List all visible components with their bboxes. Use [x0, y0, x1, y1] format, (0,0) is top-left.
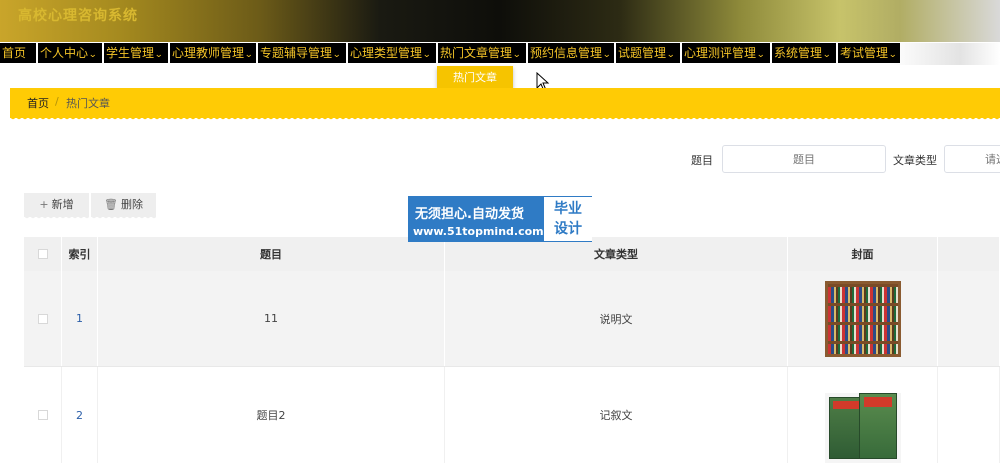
nav-item-system-management[interactable]: 系统管理⌄ [772, 43, 836, 63]
watermark-badge: 毕业 设计 [544, 197, 592, 241]
watermark-line1: 无须担心.自动发货 [415, 207, 524, 222]
breadcrumb-home[interactable]: 首页 [27, 95, 49, 111]
nav-item-home[interactable]: 首页 [0, 43, 36, 63]
breadcrumb-separator: / [55, 95, 59, 108]
breadcrumb: 首页 / 热门文章 [10, 88, 1000, 121]
cell-index: 1 [62, 271, 98, 366]
chevron-down-icon: ⌄ [666, 50, 676, 60]
search-type-label: 文章类型 [893, 154, 937, 167]
watermark-banner: 无须担心.自动发货 www.51topmind.com 毕业 设计 [408, 196, 592, 242]
main-nav: 首页 个人中心⌄ 学生管理⌄ 心理教师管理⌄ 专题辅导管理⌄ 心理类型管理⌄ 热… [0, 43, 1000, 65]
delete-button[interactable]: 🗑 删除 [91, 193, 156, 220]
watermark-badge-top: 毕业 [554, 201, 582, 217]
select-all-cell [24, 237, 62, 271]
watermark-badge-bottom: 设计 [554, 221, 582, 237]
chevron-down-icon: ⌄ [822, 50, 832, 60]
cell-type: 说明文 [445, 271, 788, 366]
search-title-input[interactable] [722, 145, 886, 173]
cell-type: 记叙文 [445, 367, 788, 463]
trash-icon: 🗑 [104, 198, 118, 211]
nav-item-question-management[interactable]: 试题管理⌄ [616, 43, 680, 63]
nav-item-exam-management[interactable]: 考试管理⌄ [838, 43, 900, 63]
row-select-cell [24, 271, 62, 366]
chevron-down-icon: ⌄ [154, 50, 164, 60]
table-header: 索引 题目 文章类型 封面 [24, 237, 1000, 271]
app-title: 高校心理咨询系统 [18, 8, 138, 24]
nav-item-appointment-management[interactable]: 预约信息管理⌄ [528, 43, 614, 63]
nav-item-student-management[interactable]: 学生管理⌄ [104, 43, 168, 63]
search-type-select[interactable] [944, 145, 1000, 173]
column-header-type[interactable]: 文章类型 [445, 237, 788, 271]
cell-title: 11 [98, 271, 445, 366]
delete-button-label: 删除 [120, 198, 143, 211]
chevron-down-icon: ⌄ [888, 50, 898, 60]
plus-icon: + [39, 198, 49, 211]
chevron-down-icon: ⌄ [512, 50, 522, 60]
chevron-down-icon: ⌄ [244, 50, 254, 60]
nav-item-teacher-management[interactable]: 心理教师管理⌄ [170, 43, 256, 63]
cell-index: 2 [62, 367, 98, 463]
column-header-cover: 封面 [788, 237, 938, 271]
cell-cover [788, 367, 938, 463]
dropdown-item-hot-articles[interactable]: 热门文章 [437, 66, 513, 90]
row-select-cell [24, 367, 62, 463]
cover-image-comic-books[interactable] [824, 393, 901, 463]
nav-item-hot-articles-management[interactable]: 热门文章管理⌄ [438, 43, 526, 63]
header-bar: 高校心理咨询系统 [0, 0, 1000, 42]
table-row[interactable]: 2 题目2 记叙文 [24, 367, 1000, 463]
cover-image-bookshelf[interactable] [824, 280, 901, 357]
column-header-actions [938, 237, 1000, 271]
chevron-down-icon: ⌄ [332, 50, 342, 60]
cell-actions [938, 367, 1000, 463]
column-header-index[interactable]: 索引 [62, 237, 98, 271]
add-button[interactable]: + 新增 [24, 193, 89, 220]
select-all-checkbox[interactable] [37, 249, 48, 259]
chevron-down-icon: ⌄ [756, 50, 766, 60]
breadcrumb-current: 热门文章 [66, 97, 110, 110]
nav-item-psych-type-management[interactable]: 心理类型管理⌄ [348, 43, 436, 63]
chevron-down-icon: ⌄ [422, 50, 432, 60]
chevron-down-icon: ⌄ [88, 50, 98, 60]
cell-actions [938, 271, 1000, 366]
cell-cover [788, 271, 938, 366]
chevron-down-icon: ⌄ [602, 50, 612, 60]
nav-item-topic-guidance-management[interactable]: 专题辅导管理⌄ [258, 43, 346, 63]
search-title-label: 题目 [691, 154, 713, 167]
watermark-url: www.51topmind.com [413, 225, 544, 238]
nav-item-assessment-management[interactable]: 心理测评管理⌄ [682, 43, 770, 63]
row-checkbox[interactable] [37, 313, 48, 324]
nav-item-personal-center[interactable]: 个人中心⌄ [38, 43, 102, 63]
cell-title: 题目2 [98, 367, 445, 463]
row-checkbox[interactable] [37, 410, 48, 420]
table-row[interactable]: 1 11 说明文 [24, 271, 1000, 367]
add-button-label: 新增 [51, 198, 74, 211]
column-header-title[interactable]: 题目 [98, 237, 445, 271]
